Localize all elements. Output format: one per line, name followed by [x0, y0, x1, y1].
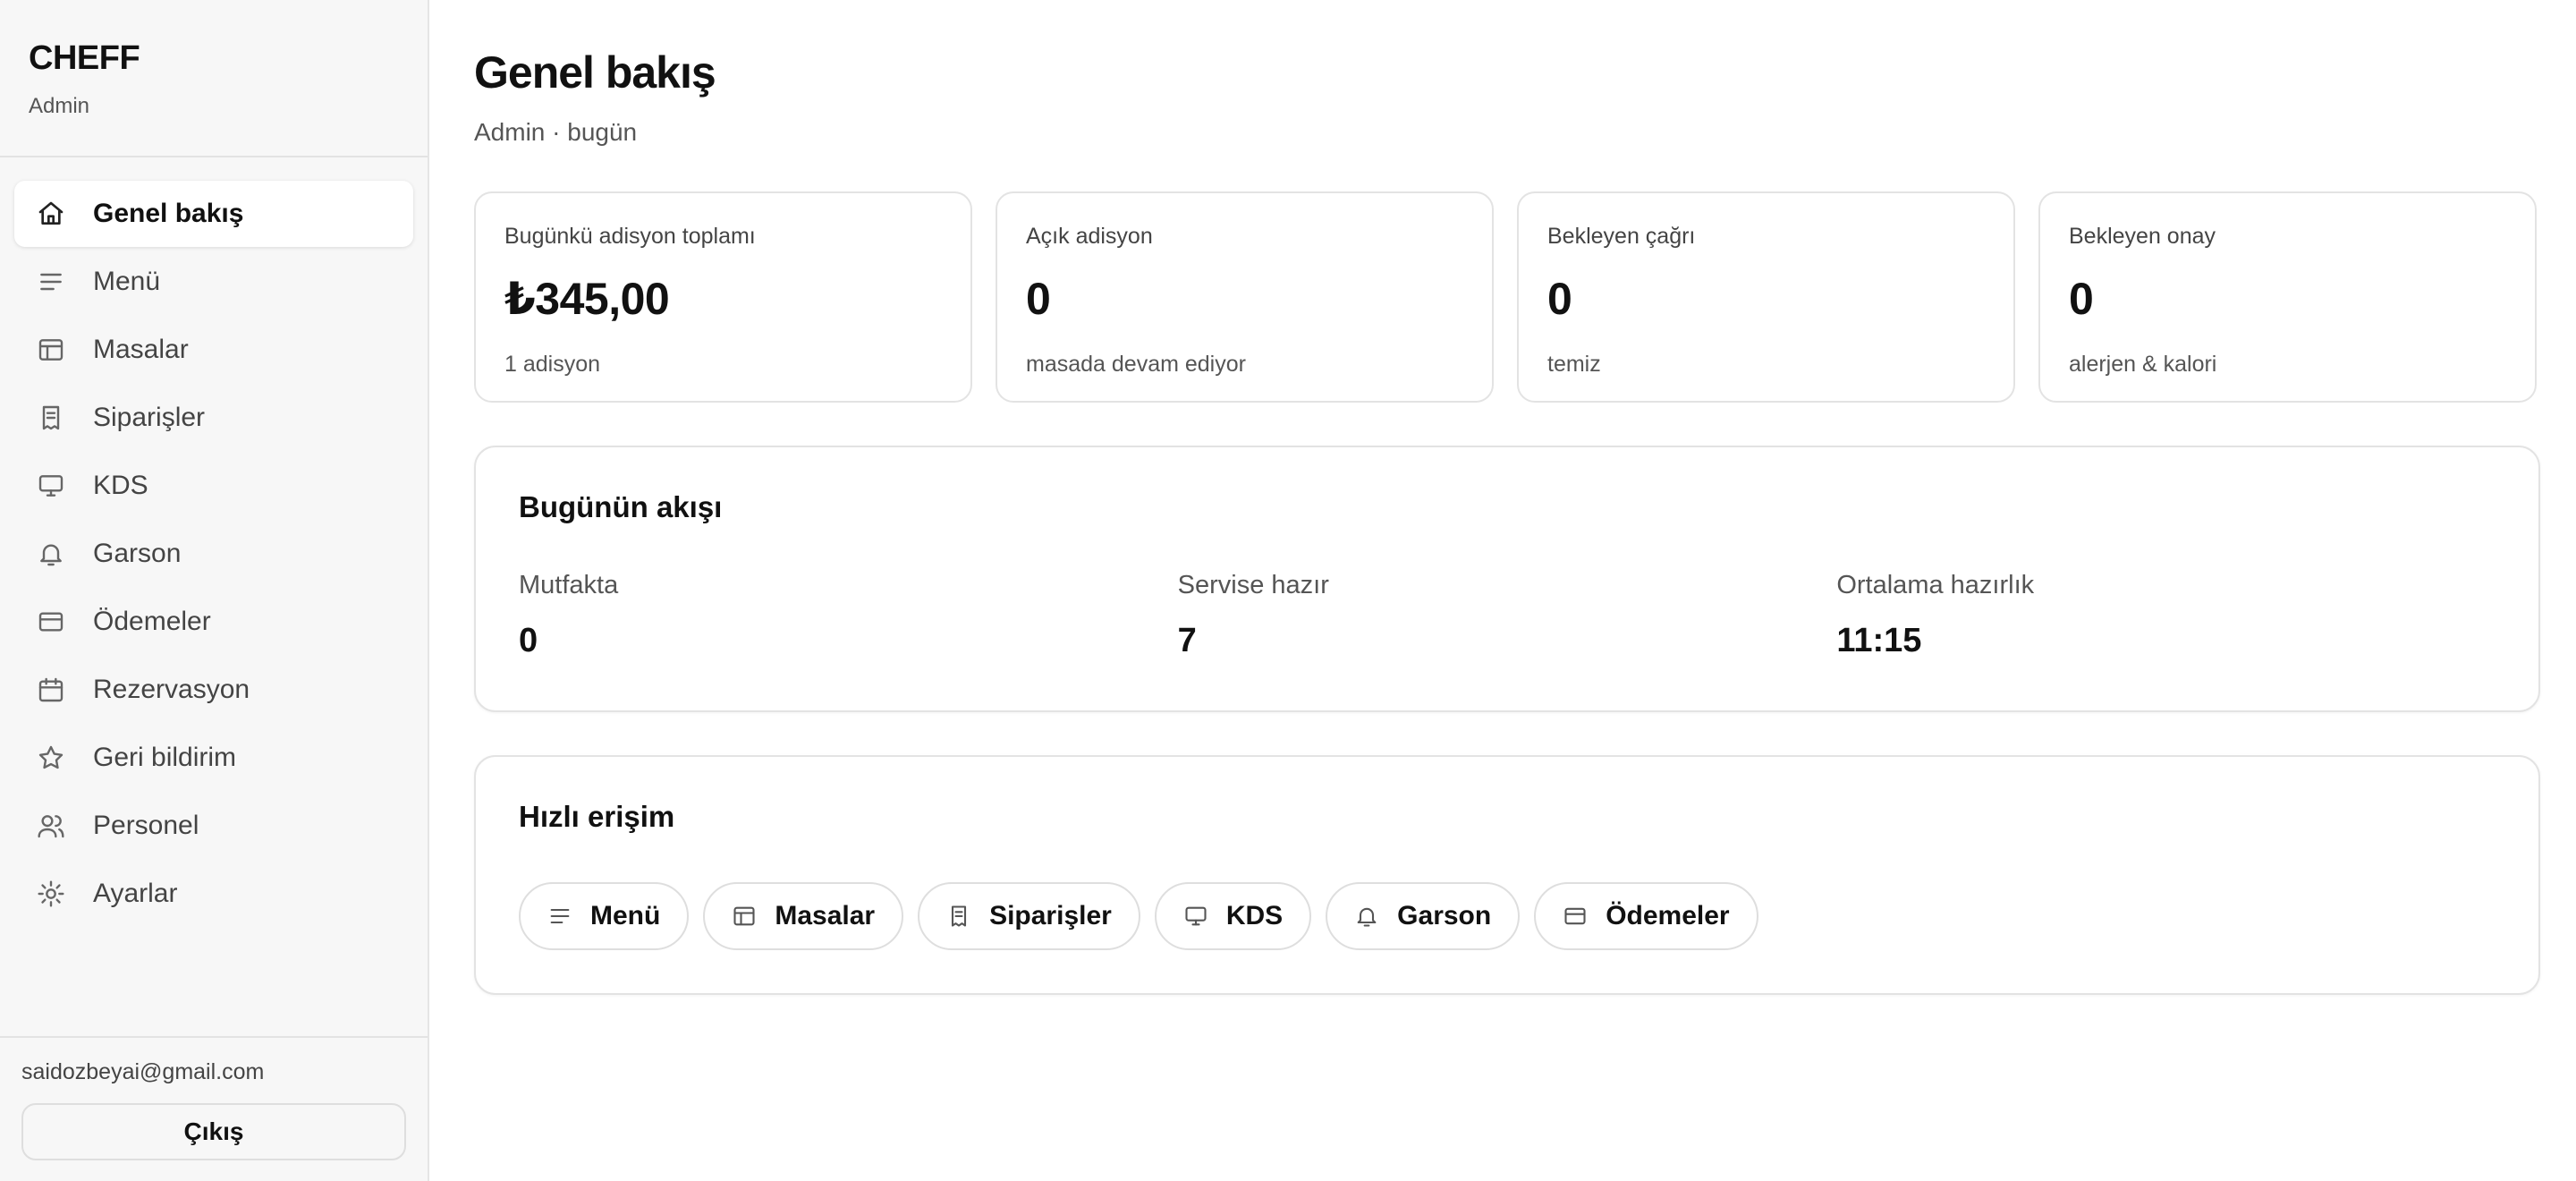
quick-menu-button[interactable]: Menü: [519, 882, 690, 950]
sidebar-item-label: Ayarlar: [93, 879, 178, 908]
brand-name: CHEFF: [29, 39, 140, 77]
table-layout-icon: [36, 335, 66, 365]
flow-item-kitchen: Mutfakta 0: [519, 571, 1178, 660]
sidebar-footer: saidozbeyai@gmail.com Çıkış: [0, 1036, 428, 1181]
sidebar-item-kds[interactable]: KDS: [14, 453, 413, 519]
credit-card-icon: [36, 607, 66, 637]
quick-kds-button[interactable]: KDS: [1154, 882, 1312, 950]
calendar-icon: [36, 675, 66, 705]
flow-label: Mutfakta: [519, 571, 619, 599]
chip-label: Garson: [1397, 901, 1492, 930]
sidebar-item-waiter[interactable]: Garson: [14, 521, 413, 587]
quick-payments-button[interactable]: Ödemeler: [1534, 882, 1758, 950]
stat-value: 0: [1026, 274, 1051, 324]
receipt-icon: [36, 403, 66, 433]
sidebar-item-label: Masalar: [93, 335, 189, 364]
menu-lines-icon: [36, 267, 66, 297]
credit-card-icon: [1563, 904, 1588, 929]
sidebar-item-label: Menü: [93, 267, 161, 296]
sidebar-item-overview[interactable]: Genel bakış: [14, 181, 413, 247]
stat-value: 0: [1547, 274, 1572, 324]
quick-access-panel: Hızlı erişim Menü Masalar Siparişler KDS…: [474, 755, 2540, 995]
chip-label: KDS: [1225, 901, 1284, 930]
sidebar-item-label: Siparişler: [93, 403, 206, 432]
panel-title: Hızlı erişim: [519, 800, 675, 833]
stat-label: Bekleyen onay: [2069, 224, 2216, 249]
brand: CHEFF Admin: [0, 0, 428, 157]
sidebar: CHEFF Admin Genel bakış Menü Masalar Sip…: [0, 0, 429, 1181]
stat-card-pending-calls: Bekleyen çağrı 0 temiz: [1517, 191, 2015, 403]
user-email: saidozbeyai@gmail.com: [21, 1059, 265, 1084]
flow-value: 0: [519, 622, 538, 659]
sidebar-item-staff[interactable]: Personel: [14, 793, 413, 859]
sidebar-item-label: Ödemeler: [93, 607, 211, 636]
quick-waiter-button[interactable]: Garson: [1326, 882, 1521, 950]
sidebar-item-menu[interactable]: Menü: [14, 249, 413, 315]
bell-icon: [1354, 904, 1379, 929]
flow-value: 7: [1177, 622, 1197, 659]
sidebar-item-settings[interactable]: Ayarlar: [14, 861, 413, 927]
stat-card-daily-total: Bugünkü adisyon toplamı ₺345,00 1 adisyo…: [474, 191, 972, 403]
chip-label: Siparişler: [989, 901, 1112, 930]
sidebar-item-payments[interactable]: Ödemeler: [14, 589, 413, 655]
stat-label: Açık adisyon: [1026, 224, 1153, 249]
stat-note: alerjen & kalori: [2069, 352, 2217, 377]
sidebar-item-tables[interactable]: Masalar: [14, 317, 413, 383]
flow-label: Servise hazır: [1177, 571, 1329, 599]
page-subtitle: Admin · bugün: [474, 118, 638, 146]
sidebar-item-label: Geri bildirim: [93, 743, 237, 772]
today-flow-panel: Bugünün akışı Mutfakta 0 Servise hazır 7…: [474, 446, 2540, 712]
stat-card-open-checks: Açık adisyon 0 masada devam ediyor: [996, 191, 1494, 403]
logout-button[interactable]: Çıkış: [21, 1103, 406, 1160]
sidebar-item-orders[interactable]: Siparişler: [14, 385, 413, 451]
flow-row: Mutfakta 0 Servise hazır 7 Ortalama hazı…: [519, 571, 2496, 660]
stat-note: temiz: [1547, 352, 1601, 377]
chip-label: Menü: [590, 901, 661, 930]
stat-value: ₺345,00: [504, 274, 670, 324]
monitor-icon: [36, 471, 66, 501]
flow-item-ready: Servise hazır 7: [1178, 571, 1837, 660]
sidebar-item-label: Garson: [93, 539, 182, 568]
home-icon: [36, 199, 66, 229]
sidebar-item-feedback[interactable]: Geri bildirim: [14, 725, 413, 791]
monitor-icon: [1183, 904, 1208, 929]
flow-item-avg-prep: Ortalama hazırlık 11:15: [1836, 571, 2496, 660]
sidebar-item-reservation[interactable]: Rezervasyon: [14, 657, 413, 723]
menu-lines-icon: [547, 904, 572, 929]
sidebar-nav: Genel bakış Menü Masalar Siparişler KDS: [0, 157, 428, 927]
quick-tables-button[interactable]: Masalar: [703, 882, 904, 950]
receipt-icon: [946, 904, 971, 929]
gear-icon: [36, 879, 66, 909]
stats-row: Bugünkü adisyon toplamı ₺345,00 1 adisyo…: [474, 191, 2540, 403]
panel-title: Bugünün akışı: [519, 490, 723, 523]
stat-label: Bugünkü adisyon toplamı: [504, 224, 756, 249]
sidebar-item-label: Rezervasyon: [93, 675, 250, 704]
stat-note: 1 adisyon: [504, 352, 601, 377]
chip-label: Masalar: [775, 901, 876, 930]
main-content: Genel bakış Admin · bugün Bugünkü adisyo…: [474, 0, 2540, 995]
sidebar-item-label: KDS: [93, 471, 148, 500]
quick-access-row: Menü Masalar Siparişler KDS Garson Ödeme…: [519, 882, 2496, 950]
quick-orders-button[interactable]: Siparişler: [918, 882, 1140, 950]
star-icon: [36, 743, 66, 773]
bell-icon: [36, 539, 66, 569]
flow-value: 11:15: [1836, 622, 1922, 659]
stat-label: Bekleyen çağrı: [1547, 224, 1696, 249]
users-icon: [36, 811, 66, 841]
stat-card-pending-approval: Bekleyen onay 0 alerjen & kalori: [2038, 191, 2537, 403]
stat-note: masada devam ediyor: [1026, 352, 1246, 377]
sidebar-item-label: Genel bakış: [93, 199, 244, 228]
stat-value: 0: [2069, 274, 2094, 324]
flow-label: Ortalama hazırlık: [1836, 571, 2035, 599]
sidebar-item-label: Personel: [93, 811, 199, 840]
table-layout-icon: [732, 904, 757, 929]
page-title: Genel bakış: [474, 47, 716, 98]
chip-label: Ödemeler: [1606, 901, 1730, 930]
user-role: Admin: [29, 94, 90, 118]
